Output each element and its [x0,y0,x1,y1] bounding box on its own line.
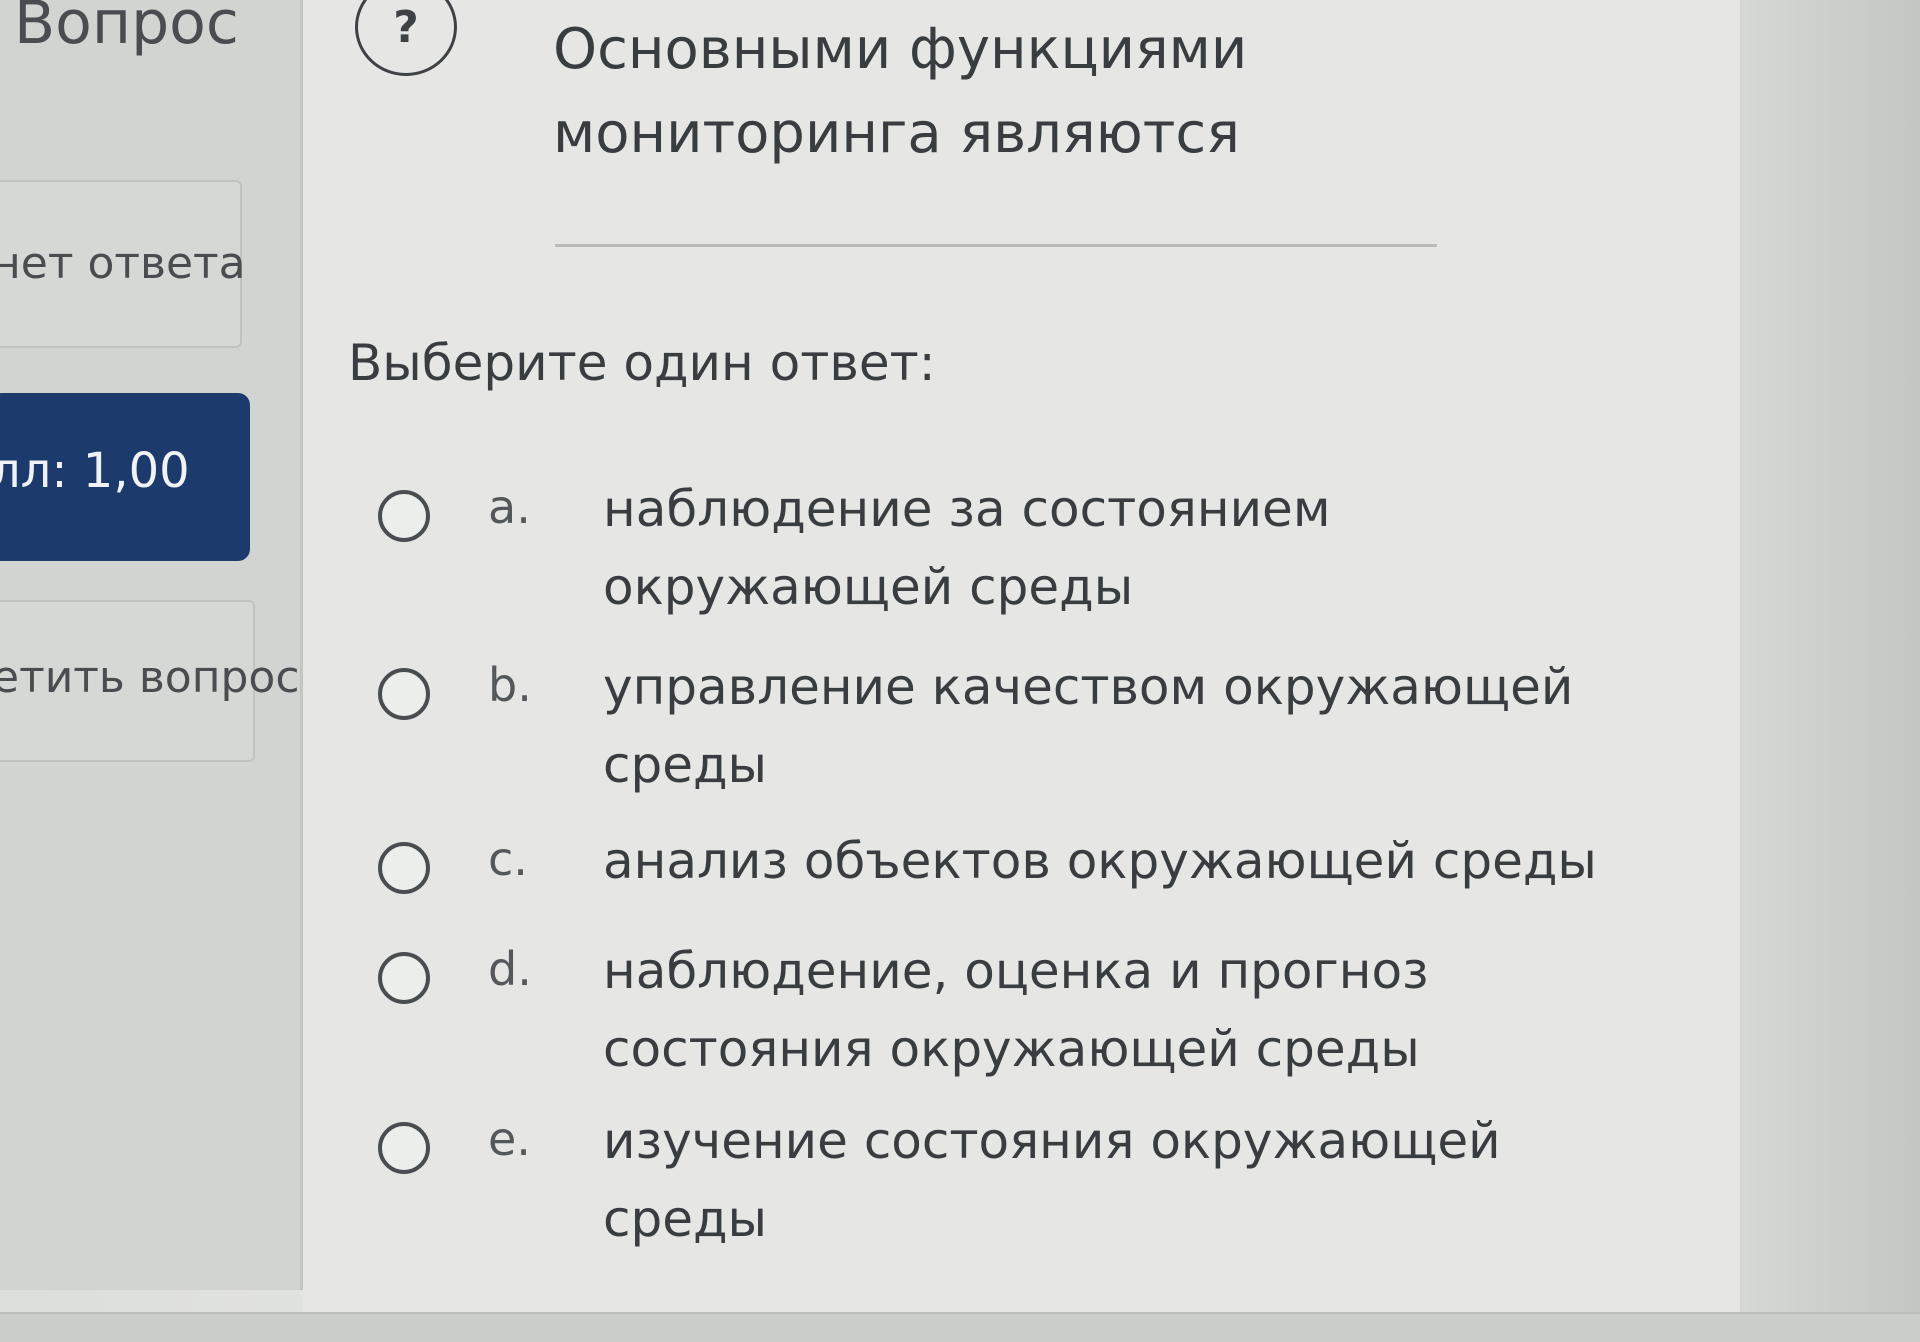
radio-button[interactable] [378,842,430,894]
radio-button[interactable] [378,1122,430,1174]
option-letter: a. [488,480,531,534]
question-content: ? Основными функциями мониторинга являют… [303,0,1742,1320]
question-grade-box: лл: 1,00 [0,393,250,561]
option-letter: d. [488,942,532,996]
option-letter: e. [488,1112,531,1166]
option-text: наблюдение за состоянием окружающей сред… [603,480,1331,616]
page-right-margin [1742,0,1920,1342]
option-text: изучение состояния окружающей среды [603,1112,1501,1248]
radio-button[interactable] [378,668,430,720]
page-bottom-edge [0,1312,1920,1342]
question-info-panel: Вопрос нет ответа лл: 1,00 етить вопрос [0,0,303,1290]
flag-question-label: етить вопрос [0,652,300,703]
question-heading: Вопрос [14,0,239,58]
question-state-box: нет ответа [0,180,246,348]
radio-button[interactable] [378,952,430,1004]
flag-question-button[interactable]: етить вопрос [0,600,300,762]
question-divider [555,244,1437,247]
option-text: анализ объектов окружающей среды [603,832,1597,890]
option-letter: c. [488,832,528,886]
quiz-screen: Вопрос нет ответа лл: 1,00 етить вопрос … [0,0,1920,1342]
question-grade: лл: 1,00 [0,443,190,499]
help-icon[interactable]: ? [355,0,457,76]
question-text: Основными функциями мониторинга являются [553,17,1248,166]
answer-prompt: Выберите один ответ: [348,334,936,392]
question-state: нет ответа [0,238,246,289]
option-letter: b. [488,658,532,712]
option-text: управление качеством окружающей среды [603,658,1574,794]
radio-button[interactable] [378,490,430,542]
option-text: наблюдение, оценка и прогноз состояния о… [603,942,1429,1078]
